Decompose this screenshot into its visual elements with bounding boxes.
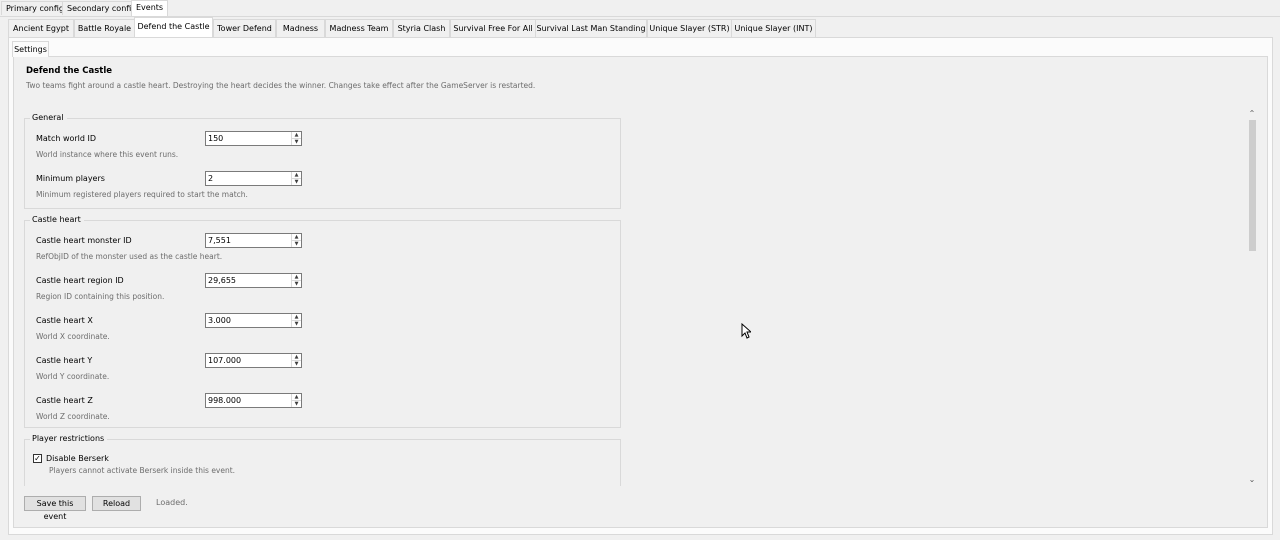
tab-survival-free-for-all[interactable]: Survival Free For All (450, 19, 536, 37)
spin-buttons: ▲ ▼ (291, 314, 301, 327)
match-world-id-input[interactable] (206, 132, 291, 145)
spin-up-icon[interactable]: ▲ (292, 234, 301, 241)
castle-heart-monster-id-input[interactable] (206, 234, 291, 247)
tab-madness[interactable]: Madness (276, 19, 325, 37)
spin-down-icon[interactable]: ▼ (292, 281, 301, 287)
vertical-scrollbar[interactable]: ⌃ ⌄ (1246, 108, 1258, 486)
spin-up-icon[interactable]: ▲ (292, 354, 301, 361)
spin-down-icon[interactable]: ▼ (292, 401, 301, 407)
spin-up-icon[interactable]: ▲ (292, 132, 301, 139)
tab-survival-last-man-standing[interactable]: Survival Last Man Standing (535, 19, 647, 37)
tab-secondary-config[interactable]: Secondary config (62, 1, 142, 15)
field-label-minimum-players: Minimum players (36, 174, 105, 183)
field-help-castle-heart-y: World Y coordinate. (36, 372, 110, 381)
spin-buttons: ▲ ▼ (291, 394, 301, 407)
scrollbar-thumb[interactable] (1249, 120, 1256, 251)
chevron-up-icon[interactable]: ⌃ (1246, 108, 1258, 120)
spin-up-icon[interactable]: ▲ (292, 314, 301, 321)
tab-unique-slayer-str[interactable]: Unique Slayer (STR) (647, 19, 732, 37)
field-label-match-world-id: Match world ID (36, 134, 97, 143)
field-label-castle-heart-y: Castle heart Y (36, 356, 93, 365)
reload-button[interactable]: Reload (92, 496, 141, 511)
castle-heart-y-spinbox[interactable]: ▲▼ (205, 353, 302, 368)
group-player-restrictions-title: Player restrictions (30, 434, 108, 443)
spin-down-icon[interactable]: ▼ (292, 179, 301, 185)
tab-unique-slayer-int[interactable]: Unique Slayer (INT) (731, 19, 816, 37)
spin-down-icon[interactable]: ▼ (292, 139, 301, 145)
field-help-match-world-id: World instance where this event runs. (36, 150, 179, 159)
chevron-down-icon[interactable]: ⌄ (1246, 474, 1258, 486)
field-help-castle-heart-z: World Z coordinate. (36, 412, 110, 421)
field-label-castle-heart-z: Castle heart Z (36, 396, 93, 405)
spin-up-icon[interactable]: ▲ (292, 274, 301, 281)
disable-berserk-checkbox[interactable]: ✓ (33, 454, 42, 463)
field-help-castle-heart-x: World X coordinate. (36, 332, 110, 341)
group-player-restrictions: Player restrictions (24, 434, 621, 486)
spin-buttons: ▲ ▼ (291, 172, 301, 185)
field-label-castle-heart-monster-id: Castle heart monster ID (36, 236, 132, 245)
field-label-castle-heart-region-id: Castle heart region ID (36, 276, 124, 285)
disable-berserk-help: Players cannot activate Berserk inside t… (49, 466, 236, 475)
castle-heart-z-input[interactable] (206, 394, 291, 407)
spin-buttons: ▲ ▼ (291, 234, 301, 247)
spin-buttons: ▲ ▼ (291, 132, 301, 145)
tab-primary-config[interactable]: Primary config (1, 1, 69, 15)
spin-up-icon[interactable]: ▲ (292, 394, 301, 401)
field-help-castle-heart-monster-id: RefObjID of the monster used as the cast… (36, 252, 223, 261)
tab-battle-royale[interactable]: Battle Royale (74, 19, 135, 37)
checkmark-icon: ✓ (34, 454, 41, 463)
save-event-button[interactable]: Save this event (24, 496, 86, 521)
spin-buttons: ▲ ▼ (291, 274, 301, 287)
spin-down-icon[interactable]: ▼ (292, 361, 301, 367)
castle-heart-x-spinbox[interactable]: ▲▼ (205, 313, 302, 328)
disable-berserk-label[interactable]: Disable Berserk (46, 454, 109, 463)
minimum-players-spinbox[interactable]: ▲▼ (205, 171, 302, 186)
spin-down-icon[interactable]: ▼ (292, 241, 301, 247)
spin-down-icon[interactable]: ▼ (292, 321, 301, 327)
event-title: Defend the Castle (26, 66, 112, 76)
status-text: Loaded. (156, 498, 188, 507)
field-help-castle-heart-region-id: Region ID containing this position. (36, 292, 165, 301)
mouse-pointer-icon (741, 323, 751, 339)
match-world-id-spinbox[interactable]: ▲▼ (205, 131, 302, 146)
castle-heart-monster-id-spinbox[interactable]: ▲▼ (205, 233, 302, 248)
tab-styria-clash[interactable]: Styria Clash (393, 19, 450, 37)
settings-scroll-area[interactable]: General Match world ID ▲▼ World instance… (20, 108, 1248, 486)
minimum-players-input[interactable] (206, 172, 291, 185)
tab-madness-team[interactable]: Madness Team (325, 19, 393, 37)
tab-tower-defend[interactable]: Tower Defend (213, 19, 276, 37)
spin-up-icon[interactable]: ▲ (292, 172, 301, 179)
group-general-title: General (30, 113, 67, 122)
event-description: Two teams fight around a castle heart. D… (26, 81, 536, 90)
tab-defend-the-castle[interactable]: Defend the Castle (134, 17, 213, 37)
tab-ancient-egypt[interactable]: Ancient Egypt (8, 19, 74, 37)
castle-heart-x-input[interactable] (206, 314, 291, 327)
spin-buttons: ▲ ▼ (291, 354, 301, 367)
castle-heart-y-input[interactable] (206, 354, 291, 367)
castle-heart-region-id-spinbox[interactable]: ▲▼ (205, 273, 302, 288)
tab-settings[interactable]: Settings (12, 41, 49, 57)
field-label-castle-heart-x: Castle heart X (36, 316, 93, 325)
castle-heart-region-id-input[interactable] (206, 274, 291, 287)
field-help-minimum-players: Minimum registered players required to s… (36, 190, 248, 199)
tab-events[interactable]: Events (131, 0, 169, 16)
group-castle-heart-title: Castle heart (30, 215, 84, 224)
top-tab-bar: Primary config Secondary config Events (0, 0, 1280, 17)
castle-heart-z-spinbox[interactable]: ▲▼ (205, 393, 302, 408)
